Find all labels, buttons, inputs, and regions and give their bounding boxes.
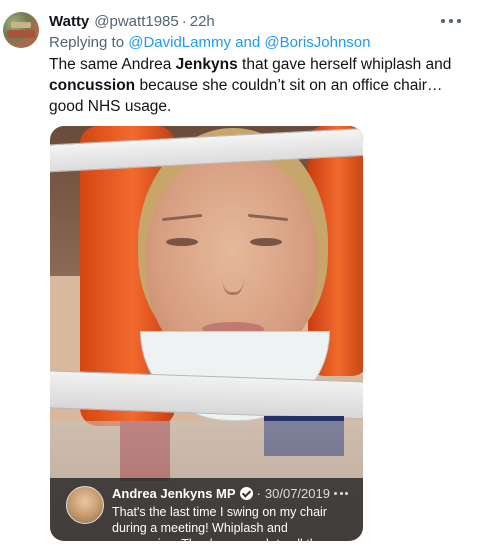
tweet-text-bold: Jenkyns [175, 56, 238, 73]
quoted-tweet-overlay[interactable]: Andrea Jenkyns MP · 30/07/2019 That's th… [50, 478, 363, 541]
quoted-tweet-header: Andrea Jenkyns MP · 30/07/2019 [112, 486, 330, 501]
author-name[interactable]: Watty [49, 13, 89, 30]
quoted-author-avatar[interactable] [66, 486, 104, 524]
author-avatar[interactable] [3, 12, 39, 48]
tweet-header: Watty @pwatt1985 · 22h [49, 11, 215, 31]
photo-eye [166, 238, 198, 246]
quoted-tweet-card[interactable]: Andrea Jenkyns MP · 30/07/2019 That's th… [50, 126, 363, 541]
quoted-tweet-text: That's the last time I swing on my chair… [112, 505, 327, 541]
quoted-author-name[interactable]: Andrea Jenkyns MP [112, 486, 236, 501]
tweet-text-part: that gave herself whiplash and [237, 56, 452, 73]
photo-nose [222, 251, 244, 295]
reply-and: and [235, 34, 261, 51]
author-handle[interactable]: @pwatt1985 [94, 13, 178, 30]
tweet-text: The same Andrea Jenkyns that gave hersel… [49, 54, 469, 117]
mention-link-davidlammy[interactable]: @DavidLammy [128, 34, 231, 51]
tweet-time[interactable]: 22h [190, 13, 215, 30]
quoted-separator: · [256, 486, 261, 501]
avatar-photo-detail [7, 30, 35, 38]
photo-eye [250, 238, 282, 246]
separator-dot: · [181, 12, 187, 30]
avatar-photo-detail [11, 22, 31, 28]
verified-badge-icon [239, 487, 253, 500]
quoted-date[interactable]: 30/07/2019 [265, 486, 330, 501]
tweet-text-bold: concussion [49, 77, 136, 94]
reply-prefix: Replying to [49, 34, 125, 51]
replying-to: Replying to @DavidLammy and @BorisJohnso… [49, 34, 370, 51]
tweet-text-part: The same Andrea [49, 56, 176, 73]
quoted-more-icon[interactable] [334, 492, 348, 496]
more-options-icon[interactable] [441, 13, 461, 29]
mention-link-borisjohnson[interactable]: @BorisJohnson [264, 34, 370, 51]
